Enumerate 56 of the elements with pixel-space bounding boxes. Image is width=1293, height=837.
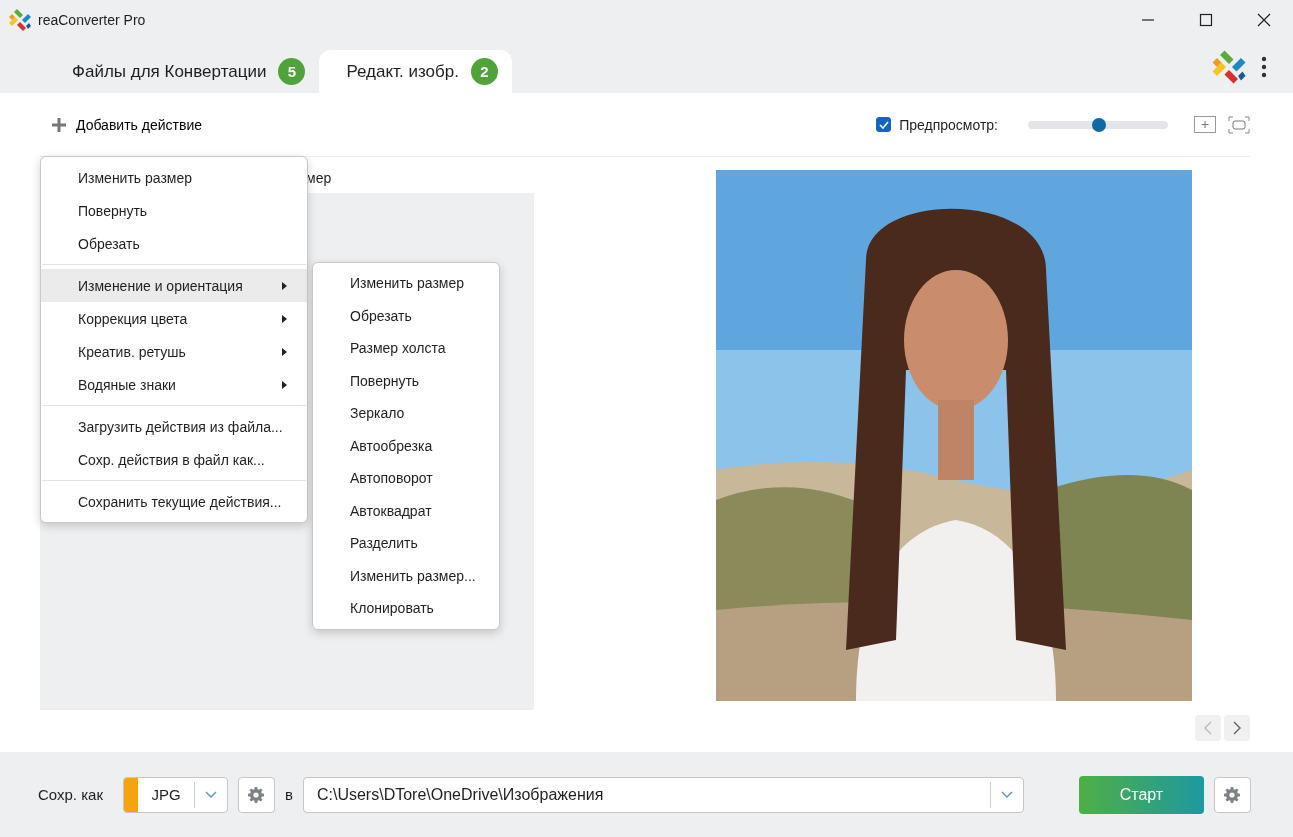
chevron-left-icon (1204, 721, 1212, 735)
settings-icon (246, 784, 267, 805)
menu-item[interactable]: Размер холста (313, 332, 499, 365)
tab-label: Файлы для Конвертации (72, 61, 267, 82)
menu-item[interactable]: Изменить размер (313, 267, 499, 300)
window-title: reaConverter Pro (38, 12, 146, 28)
save-as-label: Сохр. как (38, 786, 103, 803)
plus-icon (52, 117, 66, 132)
menu-item[interactable]: Повернуть (313, 364, 499, 397)
settings-icon (1222, 784, 1243, 805)
format-value: JPG (150, 786, 182, 803)
zoom-in-icon[interactable] (1194, 115, 1216, 134)
chevron-right-icon (1233, 721, 1241, 735)
menu-item[interactable]: Автоквадрат (313, 494, 499, 527)
fit-to-window-icon[interactable] (1228, 115, 1250, 134)
menu-item[interactable]: Загрузить действия из файла... (41, 410, 307, 443)
app-logo-icon[interactable] (1211, 48, 1247, 85)
count-badge: 5 (278, 58, 306, 85)
menu-item[interactable]: Изменить размер... (313, 559, 499, 592)
maximize-icon (1199, 13, 1213, 27)
menu-item[interactable]: Клонировать (313, 592, 499, 625)
menu-item[interactable]: Коррекция цвета (41, 302, 307, 335)
menu-item[interactable]: Сохранить текущие действия... (41, 485, 307, 518)
next-button[interactable] (1224, 715, 1250, 741)
menu-item[interactable]: Повернуть (41, 194, 307, 227)
chevron-down-icon (1000, 791, 1013, 798)
menu-item[interactable]: Изменение и ориентация (41, 269, 307, 302)
close-icon (1257, 13, 1271, 27)
menu-item[interactable]: Обрезать (41, 227, 307, 260)
output-folder-field[interactable]: C:\Users\DTore\OneDrive\Изображения (302, 776, 1024, 813)
tab[interactable]: Редакт. изобр. 2 (319, 50, 512, 93)
app-logo-icon (8, 8, 32, 32)
format-color-stripe (124, 777, 138, 812)
add-action-button[interactable]: Добавить действие (40, 116, 202, 133)
tab-label: Редакт. изобр. (346, 61, 459, 82)
menu-item[interactable]: Сохр. действия в файл как... (41, 443, 307, 476)
menu-item[interactable]: Креатив. ретушь (41, 335, 307, 368)
format-settings-button[interactable] (238, 776, 275, 813)
format-dropdown[interactable]: JPG (123, 776, 228, 813)
menu-item[interactable]: Изменить размер (41, 161, 307, 194)
zoom-slider[interactable] (1028, 120, 1168, 129)
menu-item[interactable]: Зеркало (313, 397, 499, 430)
more-menu-icon[interactable] (1261, 55, 1267, 78)
in-label: в (285, 786, 293, 803)
preview-checkbox[interactable] (876, 117, 892, 132)
settings-button[interactable] (1213, 776, 1251, 813)
menu-item[interactable]: Автоповорот (313, 462, 499, 495)
chevron-down-icon (205, 791, 217, 798)
slider-thumb[interactable] (1092, 117, 1107, 132)
menu-item[interactable]: Разделить (313, 527, 499, 560)
menu-item[interactable]: Водяные знаки (41, 368, 307, 401)
menu-item[interactable]: Автообрезка (313, 429, 499, 462)
count-badge: 2 (470, 58, 498, 85)
tab[interactable]: Файлы для Конвертации 5 (50, 50, 320, 93)
menu-item[interactable]: Обрезать (313, 299, 499, 332)
preview-label: Предпросмотр: (899, 116, 998, 133)
